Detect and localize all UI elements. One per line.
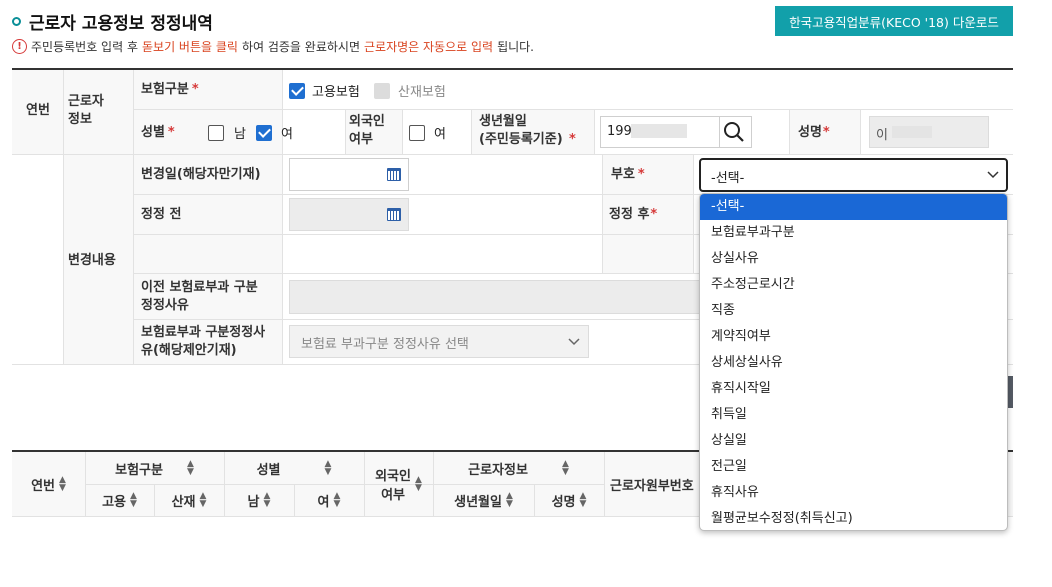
after-label: 정정 후* <box>609 207 658 222</box>
dropdown-option[interactable]: 보험료부과구분 <box>700 220 1007 246</box>
sort-icon: ▲ ▼ <box>579 491 587 509</box>
sort-icon: ▲ ▼ <box>333 491 341 509</box>
sort-icon: ▲ ▼ <box>130 491 137 509</box>
insurance-type-label: 보험구분 * <box>141 82 199 97</box>
sort-icon: ▲ ▼ <box>263 491 271 509</box>
foreigner-option-label: 여 <box>434 127 446 142</box>
warning-icon: ! <box>12 39 27 54</box>
male-label: 남 <box>234 127 246 142</box>
sort-icon: ▲ ▼ <box>186 459 194 477</box>
code-label: 부호 * <box>611 167 645 182</box>
dropdown-option[interactable]: 계약직여부 <box>700 324 1007 350</box>
dropdown-option[interactable]: 주소정근로시간 <box>700 272 1007 298</box>
before-label: 정정 전 <box>141 207 182 222</box>
col-foreigner[interactable]: 외국인 여부 ▲ ▼ <box>364 452 433 516</box>
reason-select[interactable]: 보험료 부과구분 정정사유 선택 <box>289 325 589 358</box>
col-male[interactable]: 남 ▲ ▼ <box>224 484 294 516</box>
prev-reason-input <box>289 280 709 314</box>
calendar-icon <box>387 208 401 221</box>
dropdown-option[interactable]: 직종 <box>700 298 1007 324</box>
reason-label: 보험료부과 구분정정사 유(해당제안기재) <box>141 325 266 358</box>
col-gender[interactable]: 성별 ▲ ▼ <box>224 452 364 484</box>
chevron-down-icon <box>987 171 999 179</box>
dropdown-option[interactable]: 전근일 <box>700 454 1007 480</box>
col-insurance-type[interactable]: 보험구분 ▲ ▼ <box>85 452 224 484</box>
dropdown-option[interactable]: 월평균보수정정(취득신고) <box>700 506 1007 530</box>
notice-text: ! 주민등록번호 입력 후 돋보기 버튼을 클릭 하여 검증을 완료하시면 근로자… <box>12 38 534 55</box>
sort-icon: ▲ ▼ <box>505 491 513 509</box>
chevron-down-icon <box>568 338 580 346</box>
name-label: 성명* <box>798 125 830 140</box>
yeonbeon-label: 연번 <box>26 103 50 118</box>
code-dropdown-list[interactable]: -선택- 보험료부과구분 상실사유 주소정근로시간 직종 계약직여부 상세상실사… <box>699 193 1008 531</box>
dropdown-option[interactable]: 취득일 <box>700 402 1007 428</box>
prev-reason-label: 이전 보험료부과 구분 정정사유 <box>141 280 258 313</box>
col-worker-no[interactable]: 근로자원부번호 <box>604 452 714 516</box>
industrial-insurance-label: 산재보험 <box>398 85 446 100</box>
foreigner-label: 외국인 여부 <box>349 114 385 147</box>
sort-icon: ▲ ▼ <box>59 475 66 493</box>
calendar-icon[interactable] <box>387 168 401 181</box>
dropdown-option[interactable]: 휴직사유 <box>700 480 1007 506</box>
sort-icon: ▲ ▼ <box>324 459 332 477</box>
page-title: 근로자 고용정보 정정내역 <box>12 9 213 34</box>
col-birth[interactable]: 생년월일 ▲ ▼ <box>433 484 534 516</box>
dropdown-option[interactable]: 상세상실사유 <box>700 350 1007 376</box>
col-worker-info[interactable]: 근로자정보 ▲ ▼ <box>433 452 604 484</box>
birth-label: 생년월일 (주민등록기준) * <box>479 114 576 147</box>
foreigner-checkbox[interactable] <box>409 125 425 145</box>
employment-insurance-checkbox[interactable] <box>289 83 305 103</box>
gender-label: 성별 * <box>141 125 175 140</box>
col-employment[interactable]: 고용 ▲ ▼ <box>85 484 154 516</box>
dropdown-option[interactable]: 상실사유 <box>700 246 1007 272</box>
code-select[interactable]: -선택- <box>699 158 1008 192</box>
sort-icon: ▲ ▼ <box>414 475 422 493</box>
bullet-icon <box>12 17 21 26</box>
col-name[interactable]: 성명 ▲ ▼ <box>534 484 604 516</box>
change-content-label: 변경내용 <box>68 253 116 268</box>
dropdown-option[interactable]: 휴직시작일 <box>700 376 1007 402</box>
name-input: 이 <box>869 116 989 148</box>
keco-download-button[interactable]: 한국고용직업분류(KECO '18) 다운로드 <box>775 6 1013 36</box>
dropdown-option[interactable]: 상실일 <box>700 428 1007 454</box>
female-checkbox[interactable] <box>256 125 272 145</box>
dropdown-option[interactable]: -선택- <box>700 194 1007 220</box>
male-checkbox[interactable] <box>208 125 224 145</box>
sort-icon: ▲ ▼ <box>561 459 569 477</box>
worker-info-label: 근로자 정보 <box>68 94 104 127</box>
sort-icon: ▲ ▼ <box>199 491 207 509</box>
col-industrial[interactable]: 산재 ▲ ▼ <box>154 484 224 516</box>
search-icon[interactable] <box>722 120 746 144</box>
col-yeonbeon[interactable]: 연번 ▲ ▼ <box>12 452 85 516</box>
change-date-label: 변경일(해당자만기재) <box>141 167 261 182</box>
female-label: 여 <box>281 127 293 142</box>
employment-insurance-label: 고용보험 <box>312 85 360 100</box>
industrial-insurance-checkbox <box>374 83 390 103</box>
col-female[interactable]: 여 ▲ ▼ <box>294 484 364 516</box>
